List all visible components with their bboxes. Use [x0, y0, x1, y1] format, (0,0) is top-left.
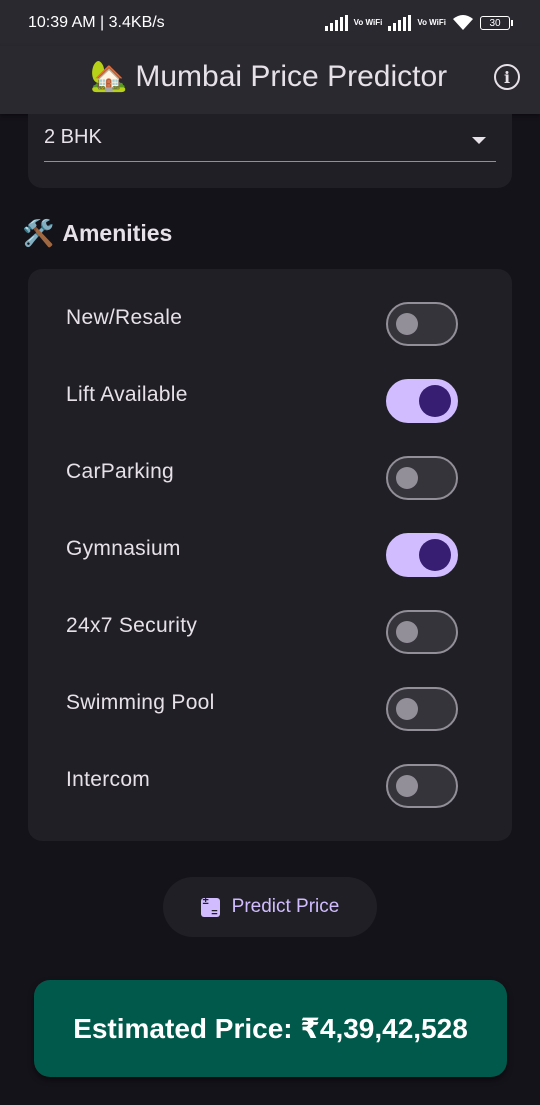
amenity-row-swimming-pool: Swimming Pool — [28, 676, 512, 732]
bhk-dropdown-value: 2 BHK — [44, 126, 102, 148]
predict-price-button[interactable]: Predict Price — [163, 877, 377, 937]
property-card: 2 BHK — [28, 114, 512, 188]
calculate-icon — [200, 895, 220, 919]
vowifi-label: Vo WiFi — [417, 18, 446, 27]
amenity-label: 24x7 Security — [66, 614, 198, 637]
toggle-thumb — [396, 774, 418, 797]
amenities-heading: 🛠️ Amenities — [22, 218, 172, 249]
amenity-label: Intercom — [66, 768, 151, 791]
toggle-thumb — [396, 466, 418, 489]
estimated-price-text: Estimated Price: ₹4,39,42,528 — [73, 1013, 468, 1044]
estimated-price-card: Estimated Price: ₹4,39,42,528 — [34, 980, 507, 1077]
toggle-thumb — [396, 312, 418, 335]
tools-icon: 🛠️ — [22, 218, 55, 248]
lift-toggle[interactable] — [386, 379, 458, 423]
intercom-toggle[interactable] — [386, 764, 458, 808]
amenity-label: CarParking — [66, 460, 175, 483]
page-title: 🏡 Mumbai Price Predictor — [90, 59, 447, 94]
swimming-pool-toggle[interactable] — [386, 687, 458, 731]
security-toggle[interactable] — [386, 610, 458, 654]
dropdown-arrow-icon — [472, 137, 486, 144]
battery-icon: 30 — [480, 16, 513, 30]
amenity-label: New/Resale — [66, 306, 183, 329]
amenities-card: New/Resale Lift Available CarParking Gym… — [28, 269, 512, 841]
signal-icon — [324, 15, 348, 31]
amenity-label: Gymnasium — [66, 537, 181, 560]
vowifi-label: Vo WiFi — [353, 18, 383, 27]
toggle-thumb — [419, 538, 451, 571]
amenity-row-new-resale: New/Resale — [28, 291, 512, 347]
predict-price-label: Predict Price — [231, 896, 340, 917]
status-icons: Vo WiFi Vo WiFi 30 — [324, 10, 513, 36]
amenity-row-carparking: CarParking — [28, 445, 512, 501]
bhk-dropdown[interactable]: 2 BHK — [44, 114, 496, 162]
amenity-label: Swimming Pool — [66, 691, 215, 714]
carparking-toggle[interactable] — [386, 456, 458, 500]
signal-icon — [388, 15, 412, 31]
app-bar: 🏡 Mumbai Price Predictor i — [0, 46, 540, 114]
amenity-row-lift: Lift Available — [28, 368, 512, 424]
status-time: 10:39 AM | 3.4KB/s — [28, 14, 165, 31]
toggle-thumb — [419, 384, 451, 417]
amenity-row-intercom: Intercom — [28, 753, 512, 809]
toggle-thumb — [396, 697, 418, 720]
house-icon: 🏡 — [90, 60, 128, 93]
info-icon[interactable]: i — [494, 64, 520, 90]
toggle-thumb — [396, 620, 418, 643]
new-resale-toggle[interactable] — [386, 302, 458, 346]
amenity-row-gymnasium: Gymnasium — [28, 522, 512, 578]
amenity-row-security: 24x7 Security — [28, 599, 512, 655]
amenities-title: Amenities — [62, 220, 173, 246]
wifi-icon — [453, 15, 473, 30]
status-bar: 10:39 AM | 3.4KB/s Vo WiFi Vo WiFi 30 — [0, 0, 540, 46]
amenity-label: Lift Available — [66, 383, 188, 406]
gymnasium-toggle[interactable] — [386, 533, 458, 577]
app-title-text: Mumbai Price Predictor — [135, 59, 448, 93]
